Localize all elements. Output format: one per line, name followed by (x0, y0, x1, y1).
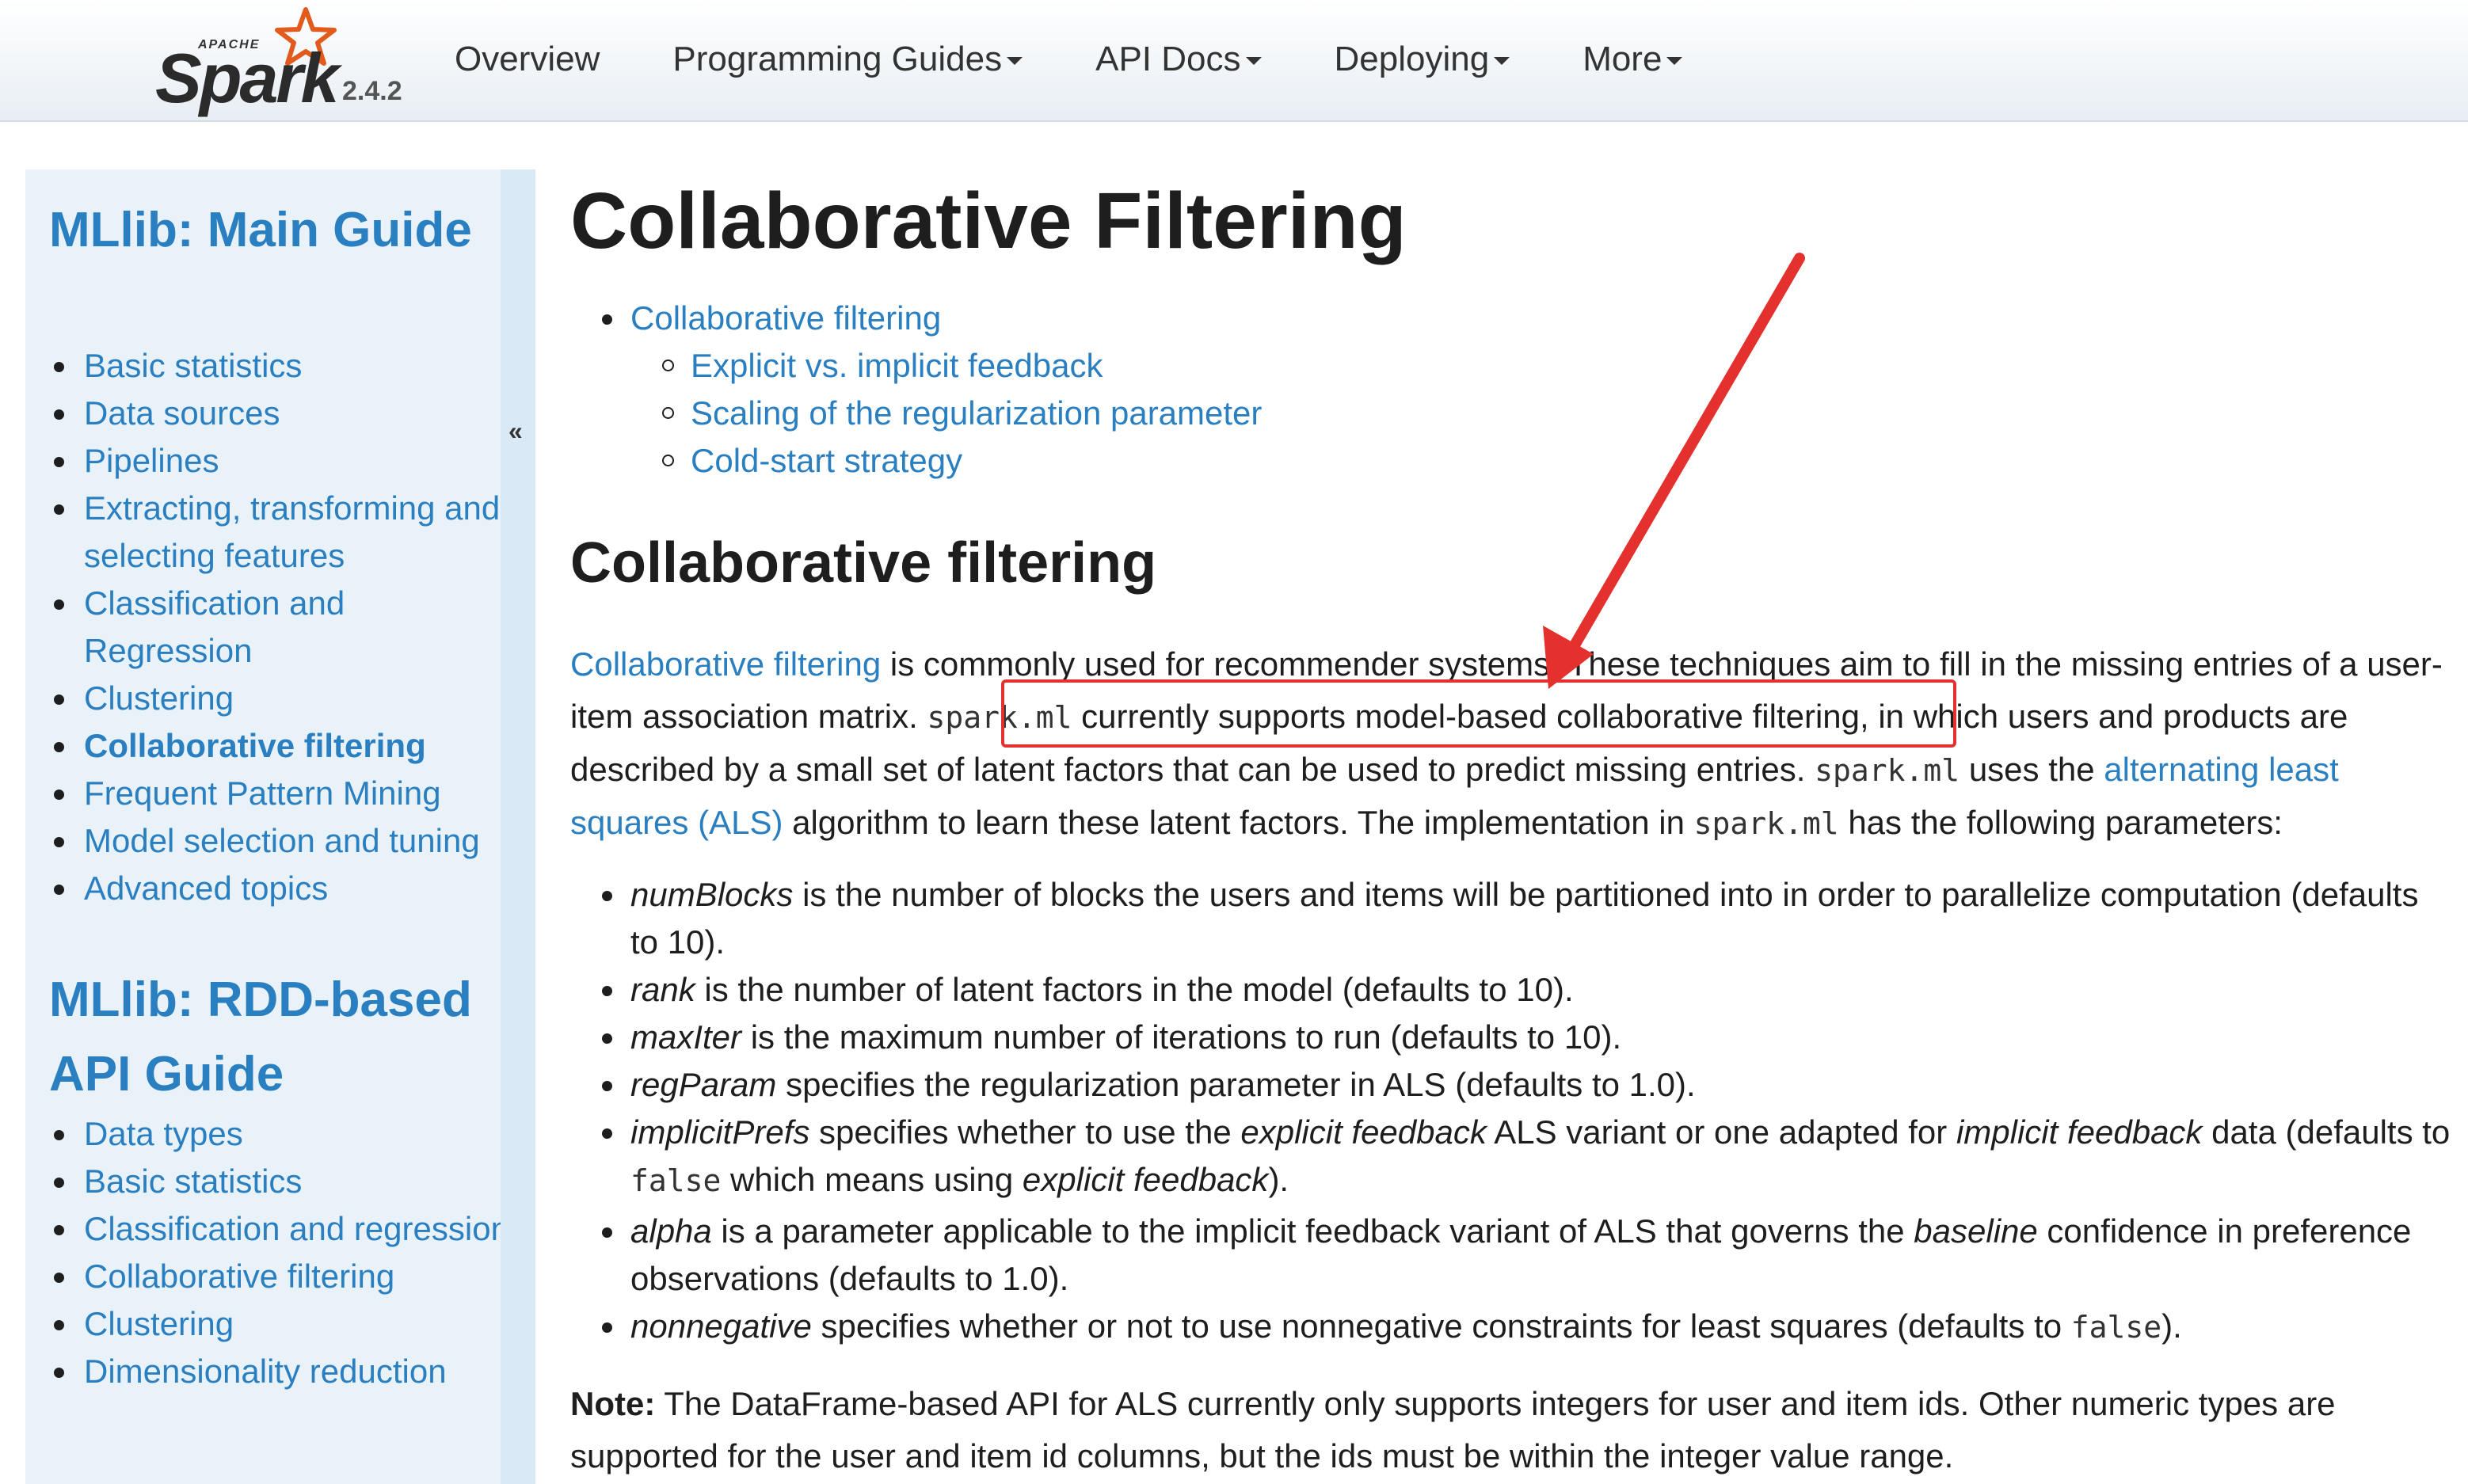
code-spark-ml: spark.ml (1815, 753, 1960, 788)
param-numblocks: numBlocks is the number of blocks the us… (570, 871, 2455, 966)
caret-down-icon (1245, 57, 1262, 65)
sidebar-item-data-sources[interactable]: Data sources (49, 390, 512, 437)
sidebar-item-dimensionality-reduction[interactable]: Dimensionality reduction (49, 1348, 512, 1395)
note-paragraph: Note: The DataFrame-based API for ALS cu… (570, 1378, 2455, 1482)
sidebar-item-rdd-basic-statistics[interactable]: Basic statistics (49, 1158, 512, 1205)
brand-name: Spark (155, 39, 340, 117)
sidebar-item-clustering[interactable]: Clustering (49, 675, 512, 722)
sidebar-item-classification-regression[interactable]: Classification and Regression (49, 580, 512, 675)
text-italic: explicit feedback (1022, 1161, 1269, 1198)
text: is the maximum number of iterations to r… (741, 1018, 1622, 1056)
sidebar: MLlib: Main Guide Basic statistics Data … (25, 169, 509, 1484)
note-label: Note: (570, 1385, 656, 1422)
text: has the following parameters: (1838, 804, 2283, 841)
param-rank: rank is the number of latent factors in … (570, 966, 2455, 1014)
code-false: false (630, 1163, 722, 1198)
nav-api-docs[interactable]: API Docs (1095, 40, 1262, 79)
nav-label: More (1582, 40, 1662, 78)
param-regparam: regParam specifies the regularization pa… (570, 1061, 2455, 1109)
param-term: nonnegative (630, 1307, 812, 1345)
text: ). (1268, 1161, 1289, 1198)
nav-deploying[interactable]: Deploying (1335, 40, 1510, 79)
toc-link-explicit-implicit[interactable]: Explicit vs. implicit feedback (630, 342, 1262, 390)
param-term: numBlocks (630, 876, 794, 913)
param-implicitprefs: implicitPrefs specifies whether to use t… (570, 1109, 2455, 1204)
caret-down-icon (1666, 57, 1683, 65)
sidebar-item-rdd-collaborative-filtering[interactable]: Collaborative filtering (49, 1253, 512, 1300)
brand-version: 2.4.2 (342, 76, 402, 106)
sidebar-item-advanced-topics[interactable]: Advanced topics (49, 865, 512, 912)
nav-more[interactable]: More (1582, 40, 1683, 79)
text: ALS variant or one adapted for (1486, 1113, 1956, 1151)
text: The DataFrame-based API for ALS currentl… (570, 1385, 2336, 1474)
caret-down-icon (1007, 57, 1023, 65)
param-maxiter: maxIter is the maximum number of iterati… (570, 1014, 2455, 1061)
sidebar-item-basic-statistics[interactable]: Basic statistics (49, 342, 512, 390)
text-italic: implicit feedback (1956, 1113, 2203, 1151)
annotation-highlight-box (1001, 679, 1956, 748)
nav-label: API Docs (1095, 40, 1241, 78)
sidebar-collapse-toggle[interactable]: « (501, 169, 535, 1484)
sidebar-heading-main-guide[interactable]: MLlib: Main Guide (49, 193, 501, 268)
sidebar-item-data-types[interactable]: Data types (49, 1110, 512, 1158)
spark-logo[interactable]: APACHE Spark 2.4.2 (155, 6, 417, 117)
param-term: maxIter (630, 1018, 742, 1056)
sidebar-list-rdd-guide: Data types Basic statistics Classificati… (49, 1110, 512, 1395)
toc-link-regularization-scaling[interactable]: Scaling of the regularization parameter (630, 390, 1262, 437)
table-of-contents: Collaborative filtering Explicit vs. imp… (570, 295, 1262, 485)
code-false: false (2070, 1310, 2162, 1345)
toc-link-collaborative-filtering[interactable]: Collaborative filtering (630, 299, 941, 337)
text: is the number of latent factors in the m… (695, 971, 1574, 1008)
sidebar-list-main-guide: Basic statistics Data sources Pipelines … (49, 342, 512, 912)
top-navbar: APACHE Spark 2.4.2 Overview Programming … (0, 0, 2468, 122)
sidebar-item-model-selection[interactable]: Model selection and tuning (49, 817, 512, 865)
sidebar-item-frequent-pattern-mining[interactable]: Frequent Pattern Mining (49, 770, 512, 817)
text: algorithm to learn these latent factors.… (783, 804, 1694, 841)
caret-down-icon (1494, 57, 1510, 65)
page-title: Collaborative Filtering (570, 177, 1407, 265)
param-term: regParam (630, 1066, 777, 1103)
param-alpha: alpha is a parameter applicable to the i… (570, 1208, 2455, 1303)
link-collaborative-filtering[interactable]: Collaborative filtering (570, 645, 881, 683)
nav-label: Deploying (1334, 40, 1490, 78)
text: is a parameter applicable to the implici… (711, 1212, 1914, 1250)
text: uses the (1960, 751, 2104, 788)
text-italic: explicit feedback (1240, 1113, 1487, 1151)
param-term: implicitPrefs (630, 1113, 810, 1151)
nav-label: Overview (455, 40, 600, 78)
parameter-list: numBlocks is the number of blocks the us… (570, 871, 2455, 1351)
nav-programming-guides[interactable]: Programming Guides (672, 40, 1023, 79)
text: ). (2161, 1307, 2182, 1345)
param-term: rank (630, 971, 695, 1008)
text-italic: baseline (1914, 1212, 2038, 1250)
text: which means using (721, 1161, 1023, 1198)
sidebar-heading-rdd-guide[interactable]: MLlib: RDD-based API Guide (49, 963, 501, 1112)
nav-overview[interactable]: Overview (455, 40, 600, 79)
sidebar-item-pipelines[interactable]: Pipelines (49, 437, 512, 485)
nav-label: Programming Guides (672, 40, 1003, 78)
param-nonnegative: nonnegative specifies whether or not to … (570, 1303, 2455, 1351)
toc-link-cold-start[interactable]: Cold-start strategy (630, 437, 1262, 485)
nav-menu: Overview Programming Guides API Docs Dep… (455, 40, 1755, 79)
sidebar-item-collaborative-filtering[interactable]: Collaborative filtering (49, 722, 512, 770)
double-chevron-left-icon: « (508, 417, 523, 445)
text: specifies whether to use the (809, 1113, 1241, 1151)
sidebar-item-rdd-classification[interactable]: Classification and regression (49, 1205, 512, 1253)
section-title: Collaborative filtering (570, 531, 1157, 595)
text: data (defaults to (2202, 1113, 2451, 1151)
text: specifies the regularization parameter i… (776, 1066, 1696, 1103)
text: is the number of blocks the users and it… (630, 876, 2419, 961)
sidebar-item-rdd-clustering[interactable]: Clustering (49, 1300, 512, 1348)
sidebar-item-features[interactable]: Extracting, transforming and selecting f… (49, 485, 512, 580)
text: specifies whether or not to use nonnegat… (811, 1307, 2071, 1345)
code-spark-ml: spark.ml (1693, 806, 1839, 841)
toc-item: Collaborative filtering Explicit vs. imp… (570, 295, 1262, 485)
toc-sublist: Explicit vs. implicit feedback Scaling o… (630, 342, 1262, 485)
param-term: alpha (630, 1212, 712, 1250)
